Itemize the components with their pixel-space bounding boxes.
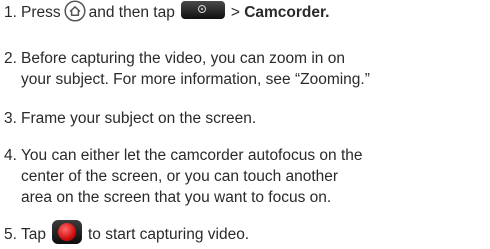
step-number: 1. <box>4 4 17 21</box>
step-text: to start capturing video. <box>88 226 250 243</box>
step-number: 2. <box>4 50 17 67</box>
step-text: and then tap <box>88 4 175 21</box>
home-icon <box>64 0 86 22</box>
step-number: 3. <box>4 110 17 127</box>
step-text: Tap <box>21 226 46 243</box>
instructions-page: 1. Press and then tap > Camcorder. 2. Before… <box>0 0 490 249</box>
camcorder-label: Camcorder. <box>244 4 330 21</box>
record-icon <box>52 219 82 244</box>
step-text: > <box>230 4 240 21</box>
step-1: 1. Press and then tap > Camcorder. <box>4 0 488 23</box>
step-text: Frame your subject on the screen. <box>21 110 257 127</box>
all-apps-icon <box>180 0 225 19</box>
step-4: 4. You can either let the camcorder autof… <box>4 145 488 208</box>
step-text: your subject. For more information, see … <box>21 71 370 88</box>
step-3: 3. Frame your subject on the screen. <box>4 108 488 129</box>
step-text: center of the screen, or you can touch a… <box>21 168 339 185</box>
step-text: You can either let the camcorder autofoc… <box>21 147 363 164</box>
step-number: 4. <box>4 147 17 164</box>
step-text: Press <box>21 4 61 21</box>
step-2: 2. Before capturing the video, you can zo… <box>4 48 488 90</box>
step-text: area on the screen that you want to focu… <box>21 189 332 206</box>
step-text: Before capturing the video, you can zoom… <box>21 50 345 67</box>
step-number: 5. <box>4 226 17 243</box>
step-5: 5. Tap to start capturing video. <box>4 219 488 245</box>
